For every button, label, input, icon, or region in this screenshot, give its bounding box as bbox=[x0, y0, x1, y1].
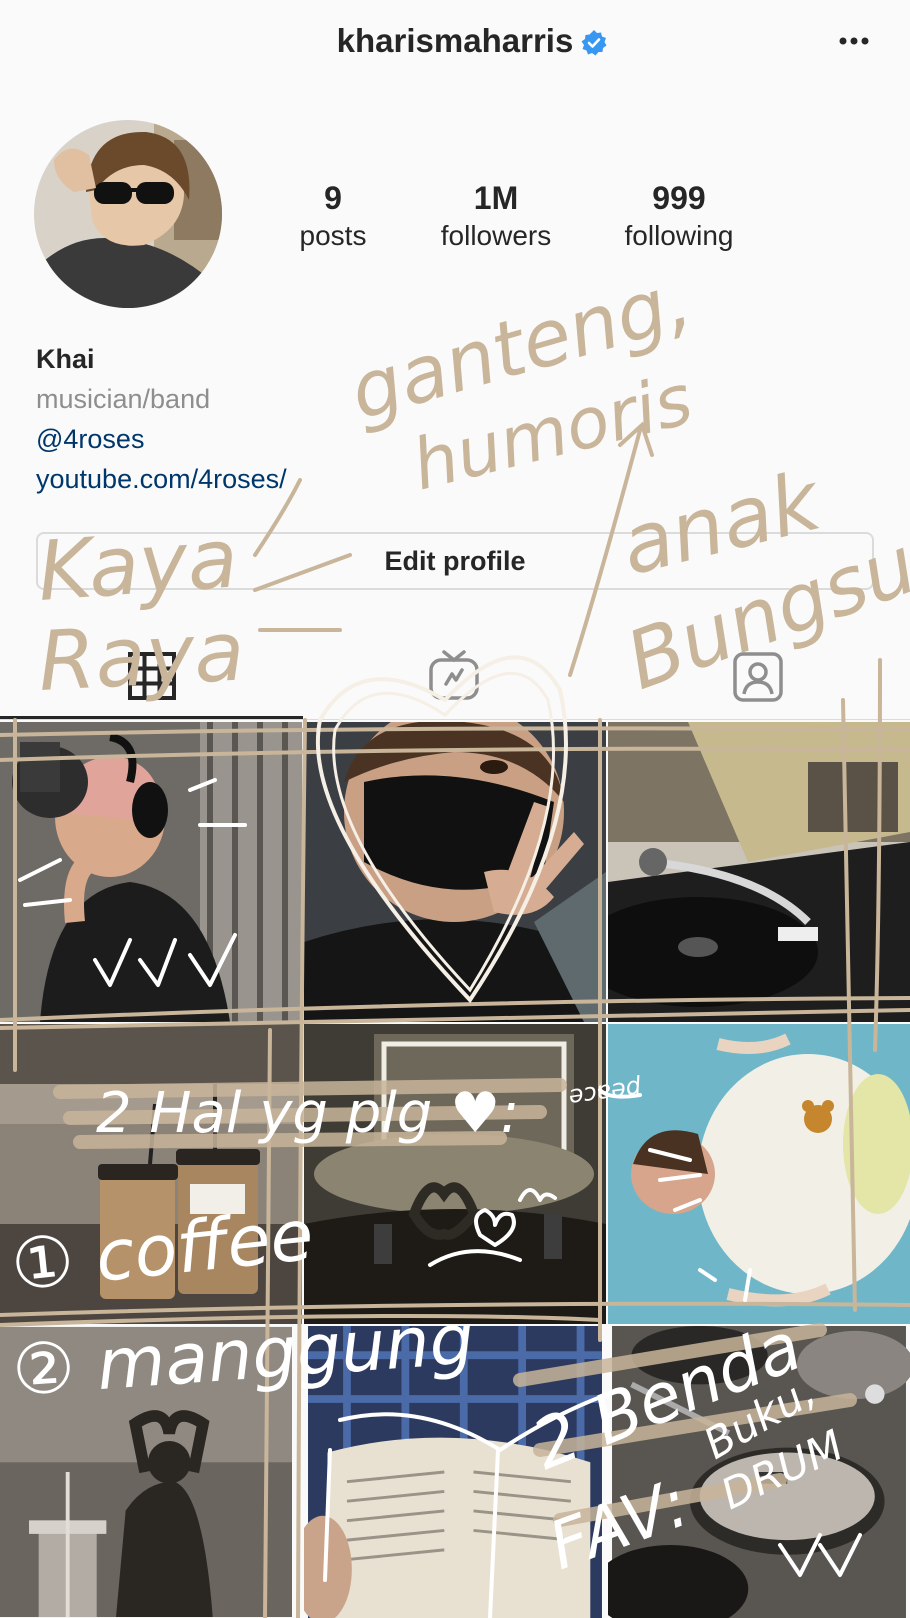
post-tile[interactable] bbox=[608, 722, 910, 1022]
stat-posts-value: 9 bbox=[324, 180, 342, 216]
profile-name: Khai bbox=[36, 344, 95, 374]
top-bar: kharismaharris bbox=[0, 0, 910, 90]
post-tile[interactable] bbox=[0, 722, 302, 1022]
posts-grid bbox=[0, 722, 910, 1618]
stat-followers-label: followers bbox=[440, 220, 552, 251]
active-tab-indicator bbox=[0, 716, 303, 719]
profile-tag-link[interactable]: @4roses bbox=[36, 424, 144, 455]
profile-avatar[interactable] bbox=[34, 120, 222, 308]
stat-following[interactable]: 999 following bbox=[599, 178, 759, 254]
note-humoris: humoris bbox=[404, 358, 700, 506]
profile-username: kharismaharris bbox=[336, 22, 574, 59]
stat-posts-label: posts bbox=[299, 220, 367, 251]
post-tile[interactable] bbox=[0, 1024, 302, 1324]
post-tile[interactable] bbox=[304, 1326, 606, 1618]
igtv-icon[interactable] bbox=[426, 648, 482, 704]
profile-tabs bbox=[0, 630, 910, 720]
tagged-icon[interactable] bbox=[730, 648, 786, 704]
grid-icon[interactable] bbox=[124, 648, 180, 704]
stat-followers[interactable]: 1M followers bbox=[416, 178, 576, 254]
stat-following-label: following bbox=[624, 220, 734, 251]
post-tile[interactable] bbox=[608, 1326, 910, 1618]
stat-followers-value: 1M bbox=[473, 180, 519, 216]
verified-badge-icon bbox=[581, 30, 607, 56]
more-dots-icon[interactable] bbox=[836, 24, 872, 58]
profile-category: musician/band bbox=[36, 384, 211, 414]
post-tile[interactable] bbox=[304, 1024, 606, 1324]
note-ganteng: ganteng, bbox=[340, 256, 700, 439]
avatar-photo bbox=[34, 120, 222, 308]
post-tile[interactable] bbox=[304, 722, 606, 1022]
profile-website-link[interactable]: youtube.com/4roses/ bbox=[36, 464, 287, 495]
stat-posts[interactable]: 9 posts bbox=[253, 178, 413, 254]
post-tile[interactable] bbox=[0, 1326, 302, 1618]
post-tile[interactable] bbox=[608, 1024, 910, 1324]
edit-profile-button[interactable]: Edit profile bbox=[36, 532, 874, 590]
stat-following-value: 999 bbox=[652, 180, 706, 216]
